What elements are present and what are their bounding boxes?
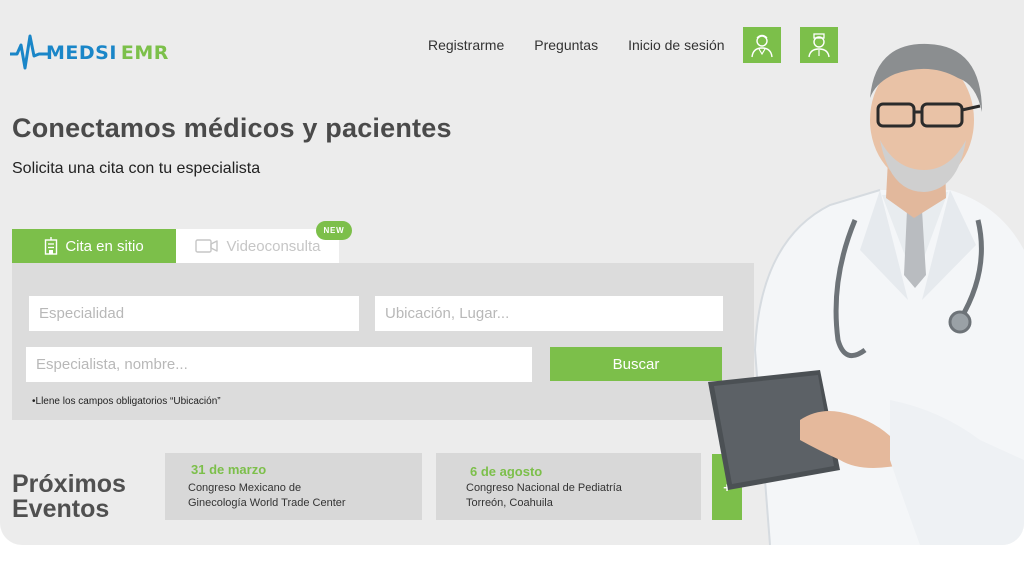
ubicacion-input[interactable]	[375, 296, 723, 331]
video-camera-icon	[194, 238, 219, 254]
event-date: 6 de agosto	[470, 464, 543, 479]
event-description: Congreso Nacional de Pediatría Torreón, …	[466, 481, 622, 511]
tab-cita-label: Cita en sitio	[65, 237, 144, 255]
especialista-input[interactable]	[26, 347, 532, 382]
event-card[interactable]: 6 de agosto Congreso Nacional de Pediatr…	[436, 453, 701, 520]
events-heading-line1: Próximos	[12, 470, 126, 498]
nav-preguntas[interactable]: Preguntas	[534, 37, 598, 53]
nav-registrarme[interactable]: Registrarme	[428, 37, 504, 53]
event-line: Congreso Nacional de Pediatría	[466, 482, 622, 494]
search-button[interactable]: Buscar	[550, 347, 722, 381]
page-title: Conectamos médicos y pacientes	[12, 113, 452, 143]
required-fields-note: •Llene los campos obligatorios “Ubicació…	[32, 396, 221, 407]
events-heading-line2: Eventos	[12, 495, 110, 523]
page-subtitle: Solicita una cita con tu especialista	[12, 160, 261, 177]
tab-videoconsulta-label: Videoconsulta	[226, 237, 321, 255]
tab-videoconsulta[interactable]: Videoconsulta	[176, 229, 339, 263]
logo-suffix: EMR	[120, 42, 169, 64]
event-description: Congreso Mexicano de Ginecología World T…	[188, 481, 346, 511]
event-line: Congreso Mexicano de	[188, 482, 302, 494]
clinic-icon	[44, 237, 58, 255]
especialidad-input[interactable]	[29, 296, 359, 331]
search-panel: Buscar •Llene los campos obligatorios “U…	[12, 263, 754, 420]
new-badge: NEW	[316, 221, 352, 240]
event-line: Torreón, Coahuila	[466, 497, 553, 509]
event-line: Ginecología World Trade Center	[188, 497, 346, 509]
event-card[interactable]: 31 de marzo Congreso Mexicano de Ginecol…	[165, 453, 422, 520]
event-date: 31 de marzo	[191, 462, 267, 477]
events-heading: Próximos Eventos	[12, 472, 126, 522]
tab-cita-en-sitio[interactable]: Cita en sitio	[12, 229, 176, 263]
heartbeat-icon	[10, 34, 48, 70]
logo[interactable]: MEDSI EMR	[10, 28, 169, 78]
doctor-photo	[708, 43, 1024, 545]
page-frame: MEDSI EMR Registrarme Preguntas Inicio d…	[0, 0, 1024, 545]
page-bottom	[0, 545, 1024, 576]
logo-name: MEDSI	[46, 42, 117, 64]
